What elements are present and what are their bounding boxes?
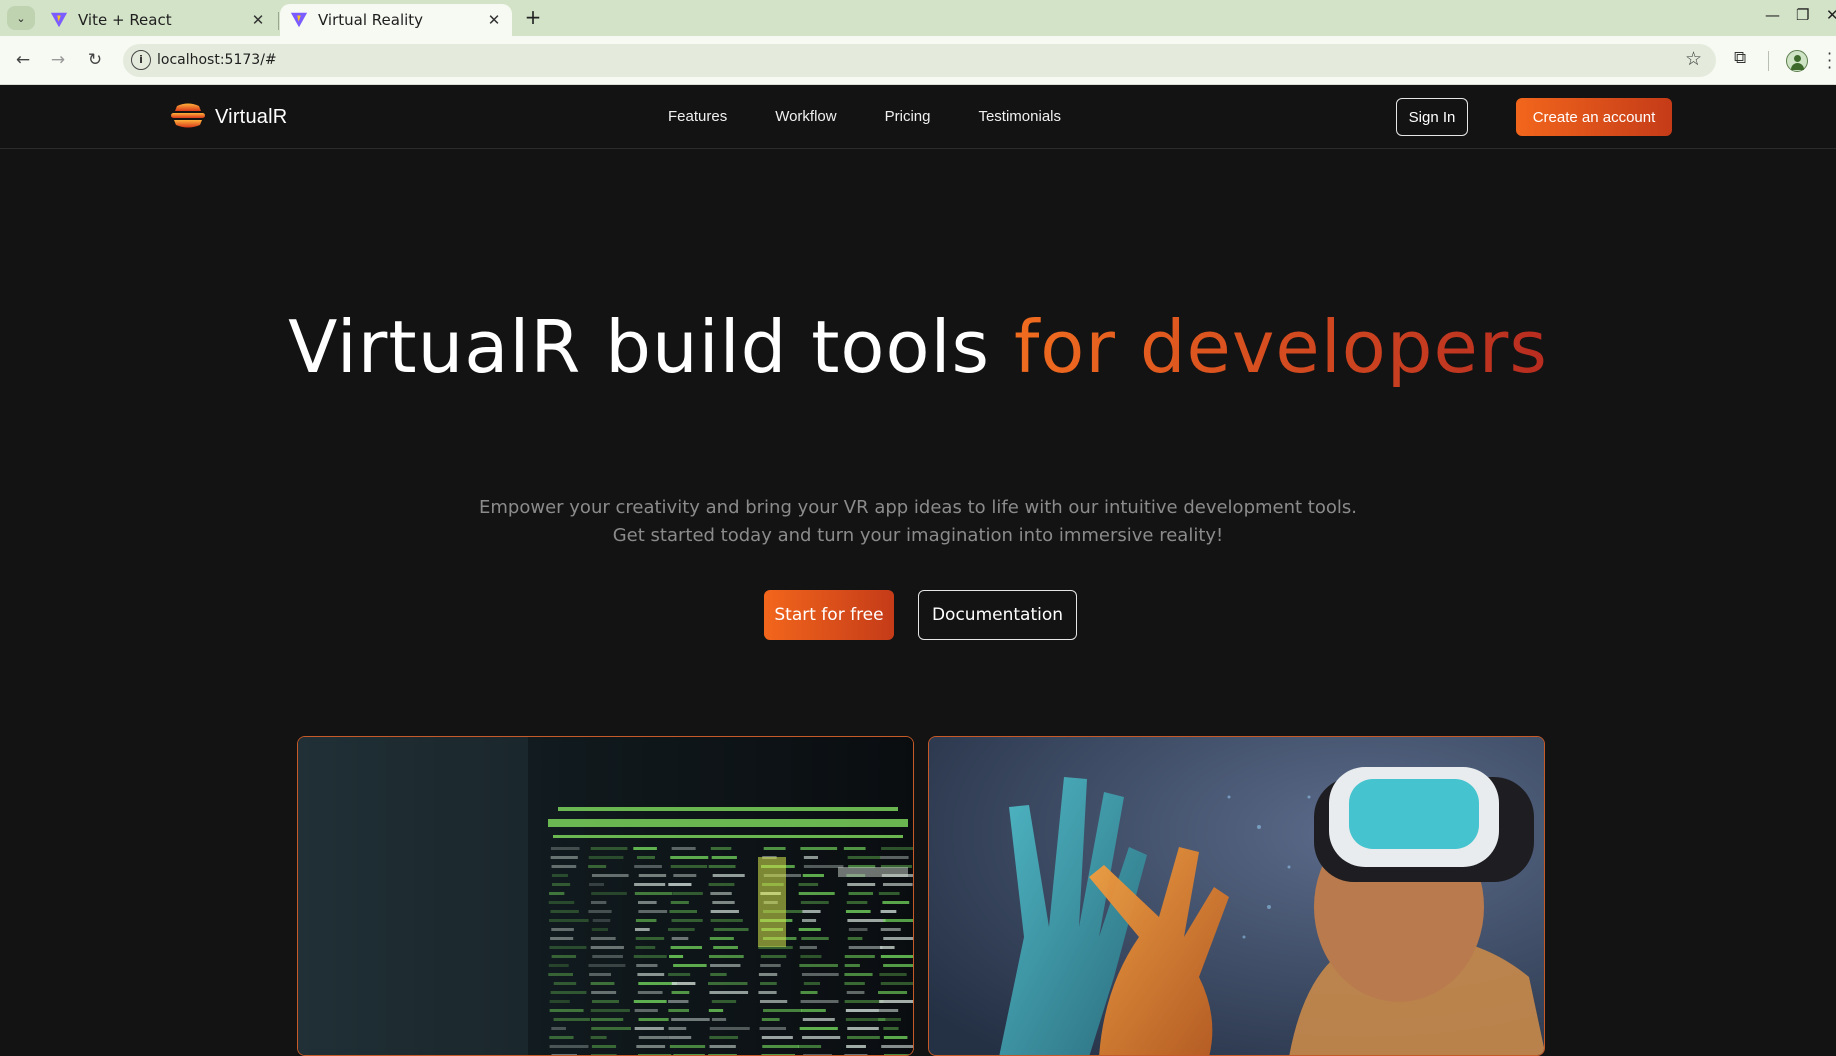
site-info-icon[interactable]: i: [131, 50, 151, 70]
hero-subtitle-line-2: Get started today and turn your imaginat…: [612, 525, 1224, 546]
browser-menu-icon[interactable]: · · ·: [1827, 46, 1832, 76]
toolbar-divider: [1768, 51, 1769, 71]
nav-links: Features Workflow Pricing Testimonials: [668, 108, 1109, 125]
forward-arrow-icon[interactable]: →: [46, 48, 70, 72]
browser-tab-vite[interactable]: Vite + React ✕: [40, 4, 276, 36]
tab-search-button[interactable]: ⌄: [7, 6, 35, 30]
logo-mark-icon: [171, 103, 205, 128]
profile-avatar-icon[interactable]: [1786, 50, 1808, 72]
browser-tabstrip: ⌄ Vite + React ✕ Virtual Reality ✕ + — ❐…: [0, 0, 1836, 36]
hero-title-accent: for developers: [1013, 305, 1548, 389]
vr-illustration: [929, 737, 1544, 1055]
terminal-illustration: [298, 737, 913, 1055]
minimize-window-icon[interactable]: —: [1765, 6, 1780, 24]
create-account-button[interactable]: Create an account: [1516, 98, 1672, 136]
vr-headset-person-image: [928, 736, 1545, 1056]
vite-favicon-icon: [290, 12, 308, 28]
page-viewport: VirtualR Features Workflow Pricing Testi…: [0, 86, 1836, 1056]
nav-link-features[interactable]: Features: [668, 108, 727, 125]
address-bar-url: localhost:5173/#: [157, 52, 277, 68]
hero-title-main: VirtualR build tools: [288, 305, 1014, 389]
new-tab-button[interactable]: +: [521, 6, 545, 30]
tab-title: Virtual Reality: [318, 11, 424, 29]
address-bar[interactable]: i localhost:5173/# ☆: [123, 44, 1716, 77]
sign-in-button[interactable]: Sign In: [1396, 98, 1468, 136]
hero-title: VirtualR build tools for developers: [0, 310, 1836, 384]
start-for-free-button[interactable]: Start for free: [764, 590, 894, 640]
terminal-code-image: [297, 736, 914, 1056]
documentation-button[interactable]: Documentation: [918, 590, 1077, 640]
nav-link-testimonials[interactable]: Testimonials: [978, 108, 1061, 125]
restore-window-icon[interactable]: ❐: [1796, 6, 1809, 24]
hero-subtitle: Empower your creativity and bring your V…: [0, 494, 1836, 550]
vite-favicon-icon: [50, 12, 68, 28]
reload-icon[interactable]: ↻: [83, 48, 107, 72]
brand-name: VirtualR: [215, 105, 288, 128]
tab-divider: [278, 12, 279, 30]
close-tab-icon[interactable]: ✕: [482, 11, 506, 29]
browser-tab-virtual-reality[interactable]: Virtual Reality ✕: [280, 4, 512, 36]
close-window-icon[interactable]: ✕: [1826, 6, 1836, 24]
tab-title: Vite + React: [78, 11, 172, 29]
back-arrow-icon[interactable]: ←: [11, 48, 35, 72]
nav-link-workflow[interactable]: Workflow: [775, 108, 836, 125]
hero-subtitle-line-1: Empower your creativity and bring your V…: [479, 497, 1357, 518]
bookmark-star-icon[interactable]: ☆: [1685, 48, 1702, 70]
browser-toolbar: ← → ↻ i localhost:5173/# ☆ ⧉: [0, 36, 1836, 85]
extensions-puzzle-icon[interactable]: ⧉: [1734, 48, 1746, 68]
brand-logo[interactable]: VirtualR: [170, 102, 287, 132]
site-navbar: VirtualR Features Workflow Pricing Testi…: [0, 86, 1836, 149]
close-tab-icon[interactable]: ✕: [246, 11, 270, 29]
nav-link-pricing[interactable]: Pricing: [885, 108, 931, 125]
